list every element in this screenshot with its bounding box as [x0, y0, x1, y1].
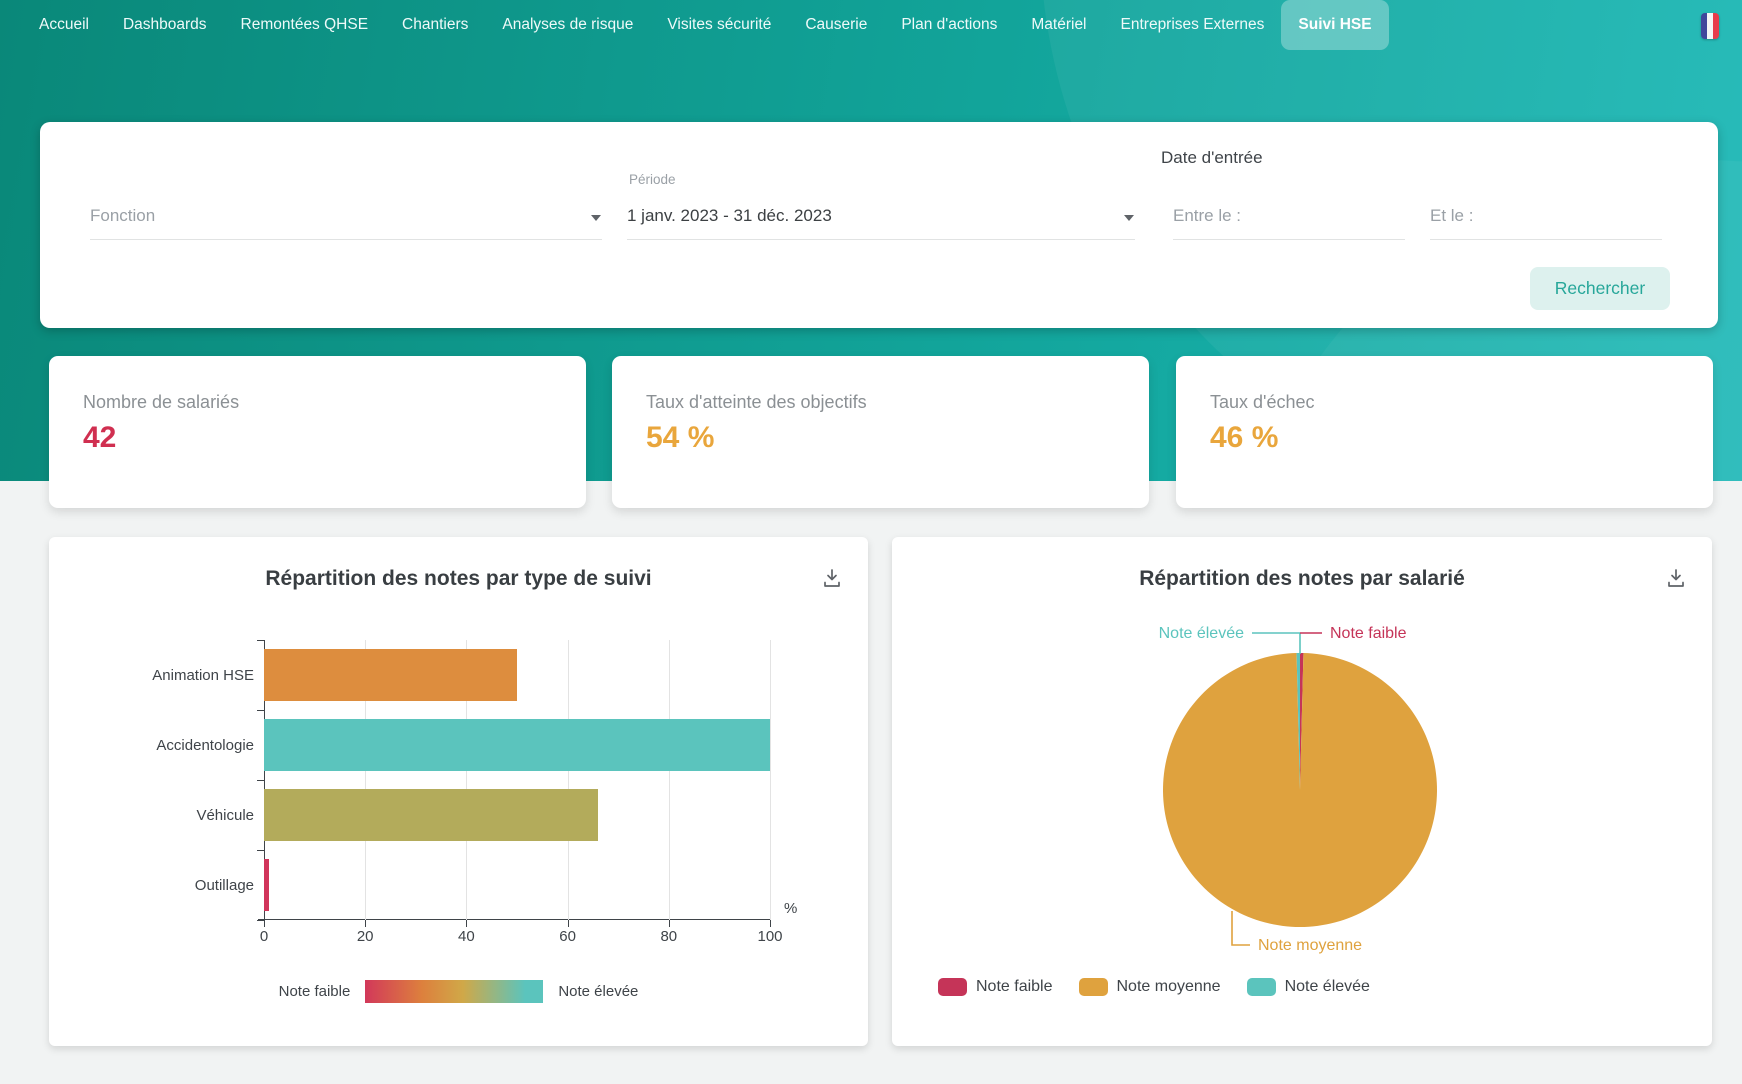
- periode-value: 1 janv. 2023 - 31 déc. 2023: [627, 206, 832, 226]
- x-tick-label: 80: [660, 928, 677, 945]
- bar-category-label-accidentologie: Accidentologie: [49, 710, 254, 780]
- x-axis-unit-label: %: [784, 900, 797, 917]
- nav-item-dashboards[interactable]: Dashboards: [106, 0, 224, 50]
- flag-stripe: [1713, 13, 1719, 39]
- stat-value: 54 %: [646, 421, 1149, 455]
- bar-category-label-animation-hse: Animation HSE: [49, 640, 254, 710]
- stat-card-taux-d-chec: Taux d'échec 46 %: [1176, 356, 1713, 508]
- download-icon[interactable]: [818, 565, 846, 593]
- bar-category-label-outillage: Outillage: [49, 850, 254, 920]
- nav-item-plan-d-actions[interactable]: Plan d'actions: [884, 0, 1014, 50]
- stat-value: 46 %: [1210, 421, 1713, 455]
- date-entre-le-field[interactable]: Entre le :: [1173, 206, 1405, 240]
- chevron-down-icon: [1123, 214, 1135, 222]
- legend-gradient-bar: [365, 980, 543, 1003]
- bar-animation-hse: [264, 649, 517, 701]
- y-tick: [257, 640, 264, 641]
- y-tick: [257, 780, 264, 781]
- callout-label-note-faible: Note faible: [1330, 625, 1407, 642]
- chevron-down-icon: [590, 214, 602, 222]
- bar-category-labels: Animation HSEAccidentologieVéhiculeOutil…: [49, 640, 254, 920]
- nav-item-mat-riel[interactable]: Matériel: [1014, 0, 1103, 50]
- callout-label-note-moyenne: Note moyenne: [1258, 937, 1362, 954]
- legend-swatch: [1079, 978, 1108, 996]
- x-tick: [264, 920, 265, 927]
- nav-item-accueil[interactable]: Accueil: [22, 0, 106, 50]
- entre-le-placeholder: Entre le :: [1173, 206, 1241, 226]
- fonction-select[interactable]: Fonction: [90, 206, 602, 240]
- x-tick-label: 20: [357, 928, 374, 945]
- nav-item-suivi-hse[interactable]: Suivi HSE: [1281, 0, 1388, 50]
- french-flag-icon[interactable]: [1701, 13, 1719, 39]
- callout-label-note-elevee: Note élevée: [1159, 625, 1244, 642]
- gridline: [770, 640, 771, 920]
- gridline: [669, 640, 670, 920]
- top-nav: AccueilDashboardsRemontées QHSEChantiers…: [0, 0, 1742, 50]
- date-et-le-field[interactable]: Et le :: [1430, 206, 1662, 240]
- download-icon: [820, 566, 844, 590]
- stat-label: Taux d'échec: [1210, 392, 1713, 413]
- x-tick-label: 100: [757, 928, 782, 945]
- bar-outillage: [264, 859, 269, 911]
- legend-high-label: Note élevée: [558, 983, 638, 1000]
- stat-label: Taux d'atteinte des objectifs: [646, 392, 1149, 413]
- search-button[interactable]: Rechercher: [1530, 267, 1670, 310]
- stat-value: 42: [83, 421, 586, 455]
- stat-card-nombre-de-salari-s: Nombre de salariés 42: [49, 356, 586, 508]
- bar-plot-area: 020406080100: [264, 640, 770, 920]
- legend-label: Note élevée: [1285, 978, 1370, 996]
- nav-item-visites-s-curit[interactable]: Visites sécurité: [650, 0, 788, 50]
- legend-item-note-lev-e: Note élevée: [1247, 978, 1370, 996]
- nav-item-causerie[interactable]: Causerie: [788, 0, 884, 50]
- x-tick: [770, 920, 771, 927]
- bar-accidentologie: [264, 719, 770, 771]
- periode-label: Période: [629, 172, 676, 187]
- legend-item-note-faible: Note faible: [938, 978, 1053, 996]
- fonction-placeholder: Fonction: [90, 206, 155, 226]
- x-tick: [669, 920, 670, 927]
- x-axis-line: [258, 919, 770, 920]
- x-tick: [568, 920, 569, 927]
- legend-swatch: [1247, 978, 1276, 996]
- download-icon: [1664, 566, 1688, 590]
- x-tick: [365, 920, 366, 927]
- x-tick-label: 0: [260, 928, 268, 945]
- periode-select[interactable]: 1 janv. 2023 - 31 déc. 2023: [627, 206, 1135, 240]
- y-tick: [257, 920, 264, 921]
- legend-item-note-moyenne: Note moyenne: [1079, 978, 1221, 996]
- stat-label: Nombre de salariés: [83, 392, 586, 413]
- nav-item-analyses-de-risque[interactable]: Analyses de risque: [485, 0, 650, 50]
- pie-chart-legend: Note faible Note moyenne Note élevée: [938, 978, 1396, 996]
- y-tick: [257, 710, 264, 711]
- bar-category-label-v-hicule: Véhicule: [49, 780, 254, 850]
- date-entree-label: Date d'entrée: [1161, 148, 1263, 168]
- download-icon[interactable]: [1662, 565, 1690, 593]
- gridline: [568, 640, 569, 920]
- bar-chart-title: Répartition des notes par type de suivi: [49, 567, 868, 591]
- pie-chart-title: Répartition des notes par salarié: [892, 567, 1712, 591]
- nav-item-remont-es-qhse[interactable]: Remontées QHSE: [224, 0, 386, 50]
- nav-item-entreprises-externes[interactable]: Entreprises Externes: [1104, 0, 1282, 50]
- x-tick-label: 60: [559, 928, 576, 945]
- et-le-placeholder: Et le :: [1430, 206, 1473, 226]
- legend-swatch: [938, 978, 967, 996]
- legend-label: Note faible: [976, 978, 1053, 996]
- pie-chart-card: Répartition des notes par salarié Note é…: [892, 537, 1712, 1046]
- nav-item-chantiers[interactable]: Chantiers: [385, 0, 485, 50]
- legend-low-label: Note faible: [279, 983, 351, 1000]
- filter-panel: Fonction Période 1 janv. 2023 - 31 déc. …: [40, 122, 1718, 328]
- legend-label: Note moyenne: [1117, 978, 1221, 996]
- x-tick-label: 40: [458, 928, 475, 945]
- stat-card-taux-d-atteinte-des-objectifs: Taux d'atteinte des objectifs 54 %: [612, 356, 1149, 508]
- bar-chart-legend: Note faible Note élevée: [49, 980, 868, 1003]
- bar-chart-card: Répartition des notes par type de suivi …: [49, 537, 868, 1046]
- pie-chart: Note élevée Note faible Note moyenne: [892, 593, 1712, 973]
- y-tick: [257, 850, 264, 851]
- bar-v-hicule: [264, 789, 598, 841]
- x-tick: [466, 920, 467, 927]
